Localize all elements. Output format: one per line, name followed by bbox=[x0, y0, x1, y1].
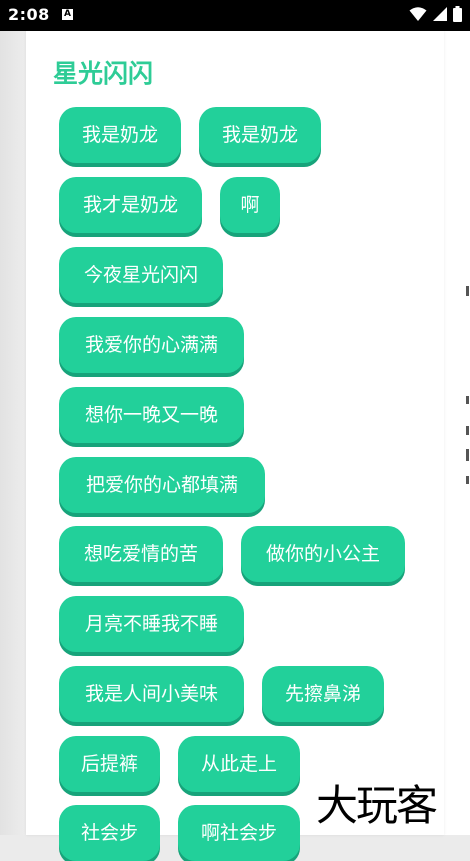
tag-button[interactable]: 社会步 bbox=[59, 805, 160, 861]
status-time: 2:08 bbox=[8, 5, 50, 24]
tag-button[interactable]: 今夜星光闪闪 bbox=[59, 247, 223, 303]
notification-icon: A bbox=[62, 9, 73, 20]
battery-icon bbox=[453, 6, 462, 22]
tag-button[interactable]: 做你的小公主 bbox=[241, 526, 405, 582]
wifi-icon bbox=[409, 7, 427, 21]
status-bar: 2:08 A bbox=[0, 0, 470, 31]
page-title: 星光闪闪 bbox=[53, 59, 154, 88]
tag-button[interactable]: 啊 bbox=[220, 177, 280, 233]
tag-button[interactable]: 我是人间小美味 bbox=[59, 666, 244, 722]
tag-button[interactable]: 我爱你的心满满 bbox=[59, 317, 244, 373]
signal-icon bbox=[433, 7, 447, 21]
previous-card-edge bbox=[0, 31, 26, 835]
tag-button[interactable]: 后提裤 bbox=[59, 736, 160, 792]
tag-button[interactable]: 我是奶龙 bbox=[199, 107, 321, 163]
tag-button[interactable]: 想吃爱情的苦 bbox=[59, 526, 223, 582]
status-icons bbox=[409, 6, 462, 22]
tag-button[interactable]: 把爱你的心都填满 bbox=[59, 457, 265, 513]
tag-button[interactable]: 我才是奶龙 bbox=[59, 177, 202, 233]
tag-button[interactable]: 我是奶龙 bbox=[59, 107, 181, 163]
tag-button[interactable]: 月亮不睡我不睡 bbox=[59, 596, 244, 652]
tag-button[interactable]: 先擦鼻涕 bbox=[262, 666, 384, 722]
tag-button[interactable]: 想你一晚又一晚 bbox=[59, 387, 244, 443]
watermark-logo: 大玩客 bbox=[316, 781, 438, 830]
next-card-edge bbox=[444, 31, 470, 835]
tag-button[interactable]: 从此走上 bbox=[178, 736, 300, 792]
tag-button[interactable]: 啊社会步 bbox=[178, 805, 300, 861]
